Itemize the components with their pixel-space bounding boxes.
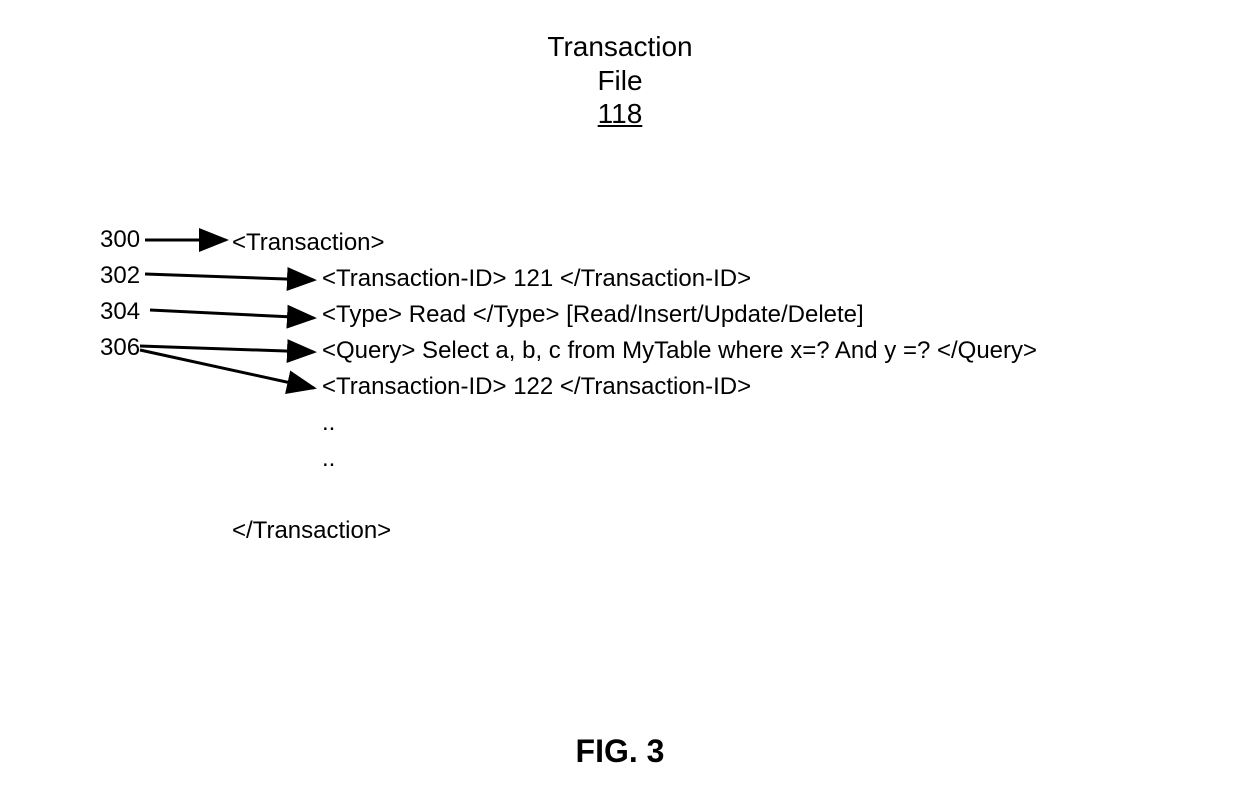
figure-label: FIG. 3 — [0, 733, 1240, 770]
transaction-open-tag: <Transaction> — [232, 225, 1037, 261]
transaction-close-tag: </Transaction> — [232, 513, 1037, 549]
type-line: <Type> Read </Type> [Read/Insert/Update/… — [232, 297, 1037, 333]
xml-content-block: <Transaction> <Transaction-ID> 121 </Tra… — [232, 225, 1037, 549]
ellipsis-2: .. — [232, 441, 1037, 477]
transaction-id-line-2: <Transaction-ID> 122 </Transaction-ID> — [232, 369, 1037, 405]
query-line: <Query> Select a, b, c from MyTable wher… — [232, 333, 1037, 369]
ellipsis-1: .. — [232, 405, 1037, 441]
transaction-id-line-1: <Transaction-ID> 121 </Transaction-ID> — [232, 261, 1037, 297]
